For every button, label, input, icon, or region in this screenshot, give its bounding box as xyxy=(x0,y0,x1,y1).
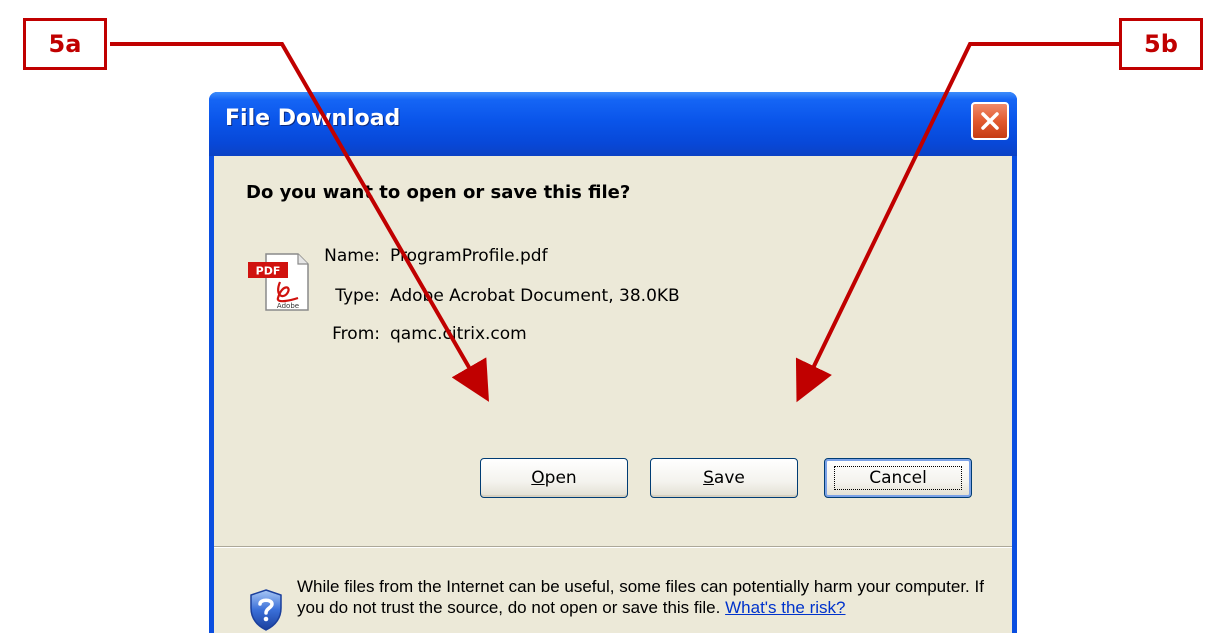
whats-the-risk-link[interactable]: What's the risk? xyxy=(725,598,845,617)
warning-text: While files from the Internet can be use… xyxy=(297,577,984,617)
dialog-question: Do you want to open or save this file? xyxy=(246,182,631,203)
type-value: Adobe Acrobat Document, 38.0KB xyxy=(390,286,680,306)
close-icon xyxy=(981,112,999,130)
callout-5a: 5a xyxy=(23,18,107,70)
open-mnemonic: O xyxy=(531,468,545,488)
name-label: Name: xyxy=(324,246,380,266)
divider xyxy=(214,546,1012,548)
cancel-button[interactable]: Cancel xyxy=(824,458,972,498)
close-button[interactable] xyxy=(971,102,1009,140)
file-download-dialog: File Download Do you want to open or sav… xyxy=(209,92,1017,633)
dialog-body: Do you want to open or save this file? P… xyxy=(214,156,1012,633)
save-mnemonic: S xyxy=(703,468,714,488)
open-button[interactable]: Open xyxy=(480,458,628,498)
cancel-label: Cancel xyxy=(834,466,962,490)
save-label-rest: ave xyxy=(713,468,745,488)
screenshot-stage: 5a 5b File Download Do you want to open … xyxy=(0,0,1229,633)
type-label: Type: xyxy=(335,286,380,306)
pdf-icon-caption: Adobe xyxy=(277,302,299,310)
open-label-rest: pen xyxy=(544,468,577,488)
window-title: File Download xyxy=(225,106,401,131)
name-value: ProgramProfile.pdf xyxy=(390,246,548,266)
pdf-badge-label: PDF xyxy=(256,265,281,278)
from-label: From: xyxy=(332,324,380,344)
title-bar[interactable]: File Download xyxy=(209,92,1017,156)
from-value: qamc.citrix.com xyxy=(390,324,527,344)
save-button[interactable]: Save xyxy=(650,458,798,498)
callout-5b: 5b xyxy=(1119,18,1203,70)
security-warning: While files from the Internet can be use… xyxy=(297,576,997,618)
security-shield-icon xyxy=(248,588,284,633)
